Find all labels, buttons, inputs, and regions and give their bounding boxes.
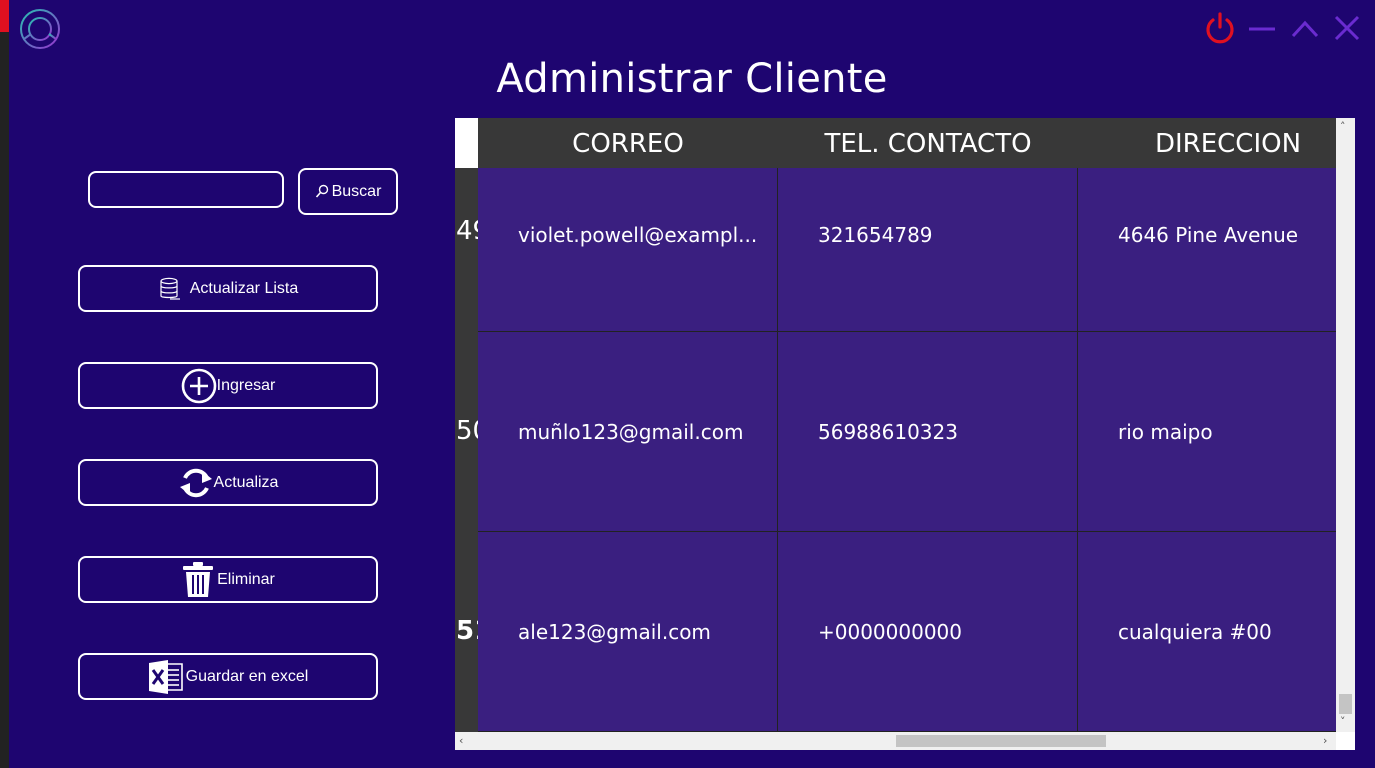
delete-label: Eliminar <box>217 570 275 588</box>
app-window: Administrar Cliente Buscar Actualizar Li… <box>9 0 1375 768</box>
close-icon[interactable] <box>1329 10 1365 46</box>
table-cell[interactable]: ale123@gmail.com <box>478 532 778 732</box>
scroll-left-arrow[interactable]: ‹ <box>459 735 463 747</box>
minimize-icon[interactable] <box>1245 10 1281 46</box>
edge-accent <box>0 0 9 32</box>
search-icon <box>315 184 328 198</box>
row-header[interactable]: 49 <box>456 216 478 246</box>
app-logo-icon <box>20 9 60 49</box>
save-excel-button[interactable]: Guardar en excel <box>78 653 378 700</box>
update-button[interactable]: Actualiza <box>78 459 378 506</box>
row-header[interactable]: 51 <box>456 616 478 646</box>
row-header[interactable]: 50 <box>456 416 478 446</box>
delete-button[interactable]: Eliminar <box>78 556 378 603</box>
page-title: Administrar Cliente <box>496 56 888 102</box>
table-cell[interactable]: cualquiera #00 <box>1078 532 1336 732</box>
table-cell[interactable]: violet.powell@exampl... <box>478 168 778 332</box>
column-header-correo[interactable]: CORREO <box>478 118 778 168</box>
search-button[interactable]: Buscar <box>298 168 398 215</box>
refresh-list-button[interactable]: Actualizar Lista <box>78 265 378 312</box>
table-cell[interactable]: rio maipo <box>1078 332 1336 532</box>
search-button-label: Buscar <box>331 182 382 200</box>
scroll-right-arrow[interactable]: › <box>1323 735 1327 747</box>
clients-table: CORREO TEL. CONTACTO DIRECCION 49 50 51 … <box>455 118 1355 750</box>
window-edge <box>0 0 9 768</box>
scroll-down-arrow[interactable]: ˅ <box>1340 716 1346 728</box>
refresh-list-label: Actualizar Lista <box>189 279 299 297</box>
column-header-telefono[interactable]: TEL. CONTACTO <box>778 118 1078 168</box>
table-cell[interactable]: +0000000000 <box>778 532 1078 732</box>
table-cell[interactable]: 4646 Pine Avenue <box>1078 168 1336 332</box>
trash-icon <box>183 561 214 597</box>
column-header-direccion[interactable]: DIRECCION <box>1078 118 1375 168</box>
horizontal-scrollbar[interactable]: ‹ › <box>455 732 1336 750</box>
table-corner <box>455 118 478 168</box>
database-icon <box>160 277 180 300</box>
table-cell[interactable]: 321654789 <box>778 168 1078 332</box>
update-label: Actualiza <box>213 473 279 491</box>
vertical-scrollbar[interactable]: ˄ ˅ <box>1336 118 1355 732</box>
add-button[interactable]: Ingresar <box>78 362 378 409</box>
plus-circle-icon <box>181 368 216 403</box>
table-cell[interactable]: 56988610323 <box>778 332 1078 532</box>
row-headers: 49 50 51 <box>455 168 478 732</box>
table-header: CORREO TEL. CONTACTO DIRECCION <box>478 118 1336 168</box>
maximize-icon[interactable] <box>1287 10 1323 46</box>
vertical-scroll-thumb[interactable] <box>1339 694 1352 714</box>
horizontal-scroll-thumb[interactable] <box>896 735 1106 747</box>
search-input[interactable] <box>88 171 284 208</box>
save-excel-label: Guardar en excel <box>185 667 309 685</box>
power-icon[interactable] <box>1202 10 1238 46</box>
scroll-up-arrow[interactable]: ˄ <box>1340 121 1346 133</box>
add-label: Ingresar <box>216 376 276 394</box>
excel-icon <box>148 659 183 694</box>
table-cell[interactable]: muñlo123@gmail.com <box>478 332 778 532</box>
refresh-icon <box>179 468 212 497</box>
